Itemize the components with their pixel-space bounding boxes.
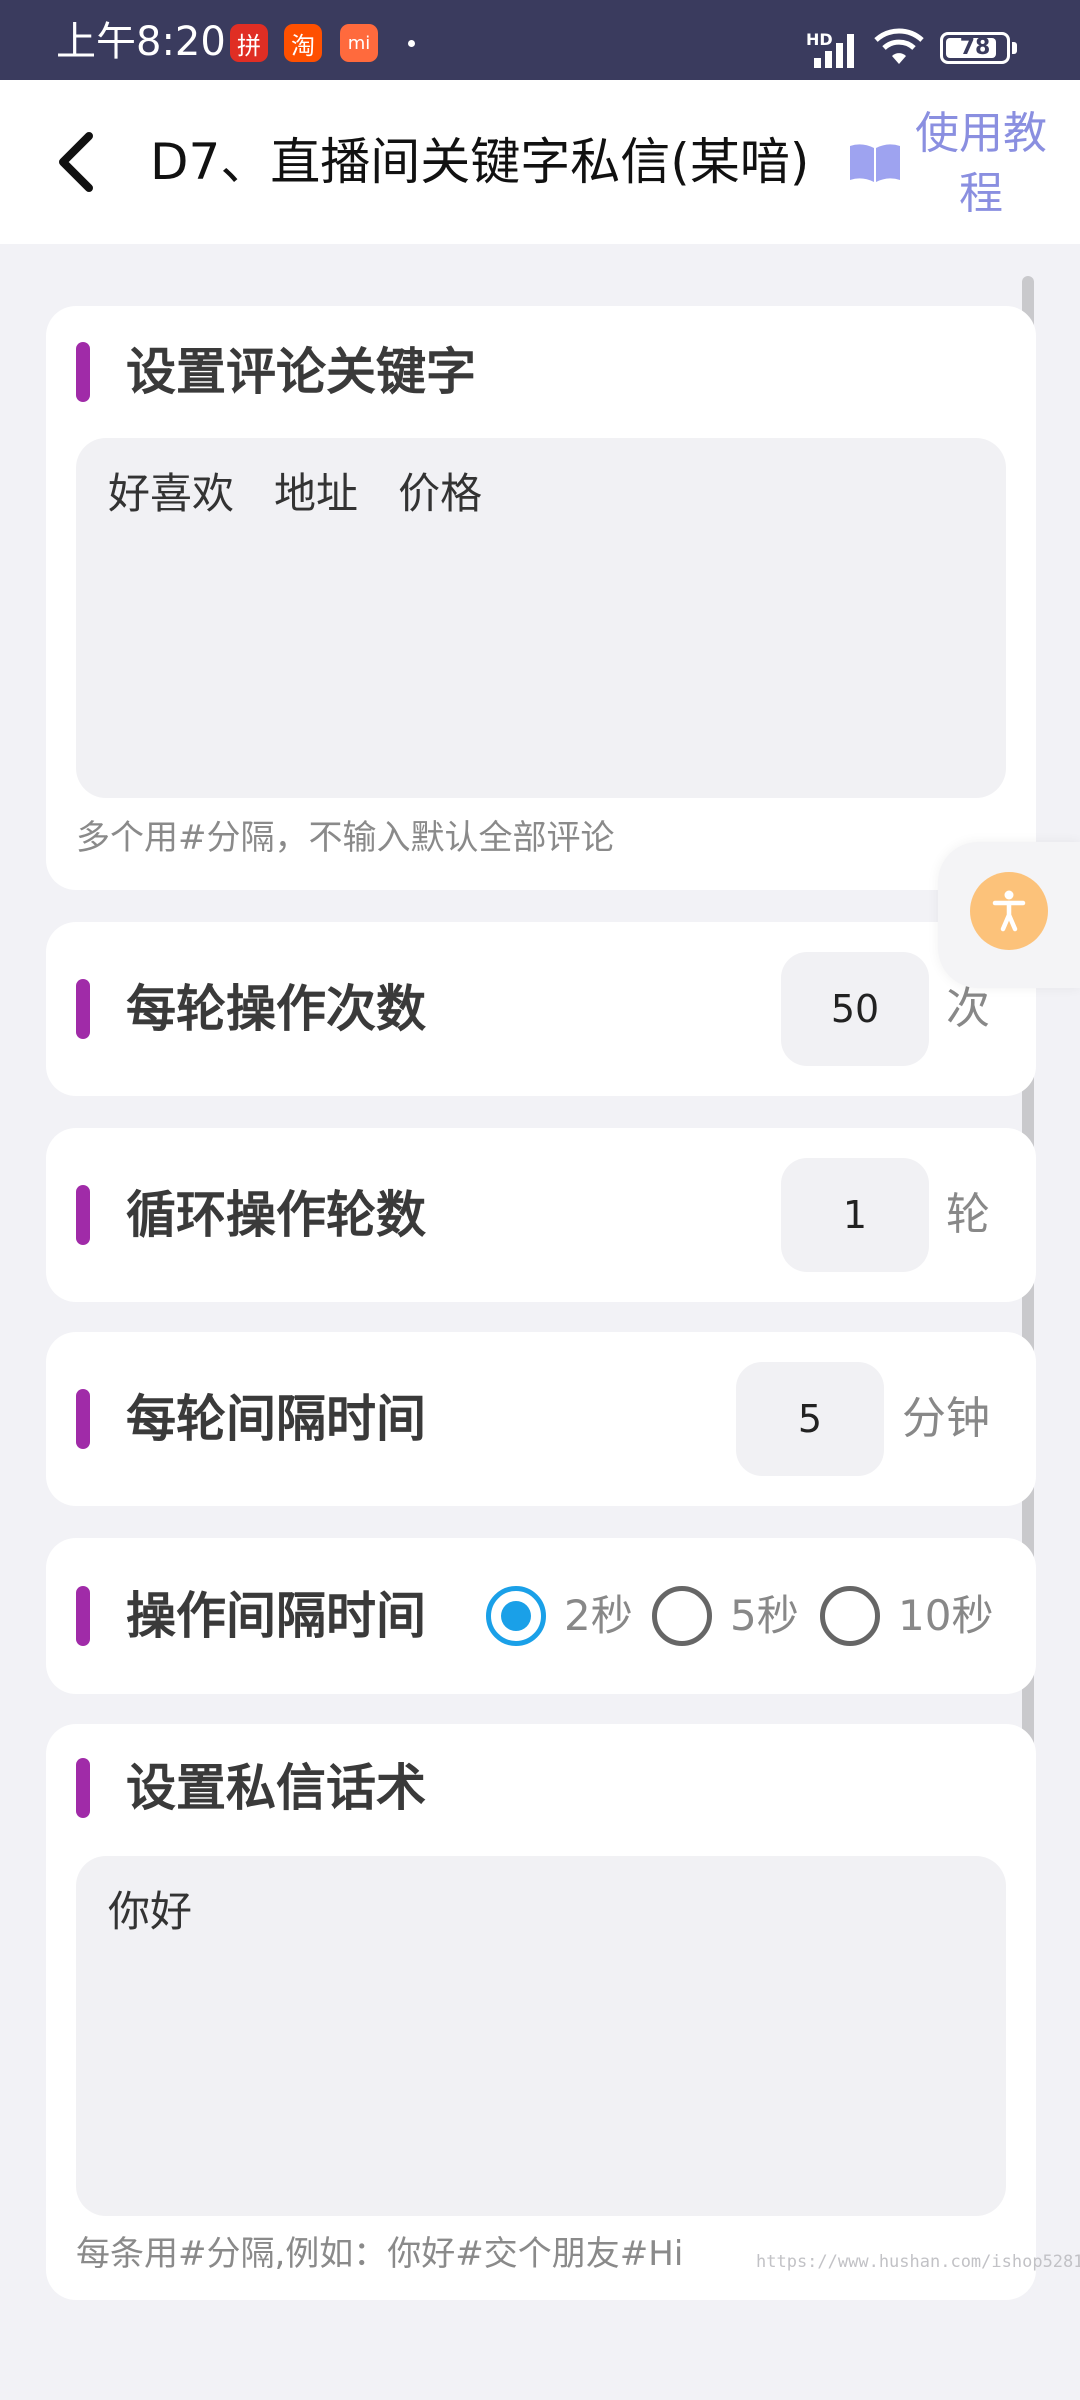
round-interval-title: 每轮间隔时间 xyxy=(126,1390,426,1448)
radio-10s-label[interactable]: 10秒 xyxy=(898,1586,993,1646)
loop-rounds-card: 循环操作轮数 1 轮 xyxy=(46,1128,1036,1302)
accessibility-icon xyxy=(992,890,1026,932)
ops-per-round-title: 每轮操作次数 xyxy=(126,980,426,1038)
round-interval-input[interactable]: 5 xyxy=(736,1362,884,1476)
tutorial-link[interactable]: 使用教程 xyxy=(900,104,1062,224)
radio-5s-label[interactable]: 5秒 xyxy=(730,1586,799,1646)
taobao-icon: 淘 xyxy=(284,24,322,62)
section-accent-bar xyxy=(76,342,90,402)
notification-dot xyxy=(408,40,415,47)
pinduoduo-icon: 拼 xyxy=(230,24,268,62)
message-title: 设置私信话术 xyxy=(126,1759,426,1817)
keywords-input[interactable]: 好喜欢 地址 价格 xyxy=(76,438,1006,798)
keywords-title: 设置评论关键字 xyxy=(126,343,476,401)
section-accent-bar xyxy=(76,1586,90,1646)
watermark: https://www.hushan.com/ishop52814 xyxy=(756,2252,1080,2272)
round-interval-unit: 分钟 xyxy=(902,1393,990,1444)
accessibility-button[interactable] xyxy=(970,872,1048,950)
op-interval-card: 操作间隔时间 2秒 5秒 10秒 xyxy=(46,1538,1036,1694)
ops-per-round-input[interactable]: 50 xyxy=(781,952,929,1066)
round-interval-card: 每轮间隔时间 5 分钟 xyxy=(46,1332,1036,1506)
loop-rounds-input[interactable]: 1 xyxy=(781,1158,929,1272)
radio-5s[interactable] xyxy=(652,1586,712,1646)
ops-per-round-card: 每轮操作次数 50 次 xyxy=(46,922,1036,1096)
radio-2s-label[interactable]: 2秒 xyxy=(564,1586,633,1646)
op-interval-title: 操作间隔时间 xyxy=(126,1587,426,1645)
mi-store-icon: mi xyxy=(340,24,378,62)
chevron-left-icon xyxy=(59,132,93,192)
loop-rounds-title: 循环操作轮数 xyxy=(126,1186,426,1244)
keywords-hint: 多个用#分隔，不输入默认全部评论 xyxy=(76,818,615,858)
status-time: 上午8:20 xyxy=(56,19,226,65)
message-card: 设置私信话术 你好 每条用#分隔,例如：你好#交个朋友#Hi xyxy=(46,1724,1036,2300)
message-hint: 每条用#分隔,例如：你好#交个朋友#Hi xyxy=(76,2234,684,2274)
radio-2s[interactable] xyxy=(486,1586,546,1646)
radio-10s[interactable] xyxy=(820,1586,880,1646)
book-icon[interactable] xyxy=(846,140,904,186)
page-title: D7、直播间关键字私信(某喑) xyxy=(150,133,810,191)
signal-icon xyxy=(814,34,854,68)
back-button[interactable] xyxy=(40,120,110,204)
status-bar: 上午8:20 拼 淘 mi HD 78 xyxy=(0,0,1080,80)
keywords-card: 设置评论关键字 好喜欢 地址 价格 多个用#分隔，不输入默认全部评论 xyxy=(46,306,1036,890)
ops-per-round-unit: 次 xyxy=(946,983,990,1034)
section-accent-bar xyxy=(76,1185,90,1245)
floating-assist-panel xyxy=(938,842,1080,988)
section-accent-bar xyxy=(76,979,90,1039)
message-input[interactable]: 你好 xyxy=(76,1856,1006,2216)
app-header: D7、直播间关键字私信(某喑) 使用教程 xyxy=(0,80,1080,244)
loop-rounds-unit: 轮 xyxy=(946,1189,990,1240)
battery-level: 78 xyxy=(959,35,991,60)
section-accent-bar xyxy=(76,1758,90,1818)
wifi-icon xyxy=(874,28,924,64)
battery-icon: 78 xyxy=(940,32,1010,64)
section-accent-bar xyxy=(76,1389,90,1449)
